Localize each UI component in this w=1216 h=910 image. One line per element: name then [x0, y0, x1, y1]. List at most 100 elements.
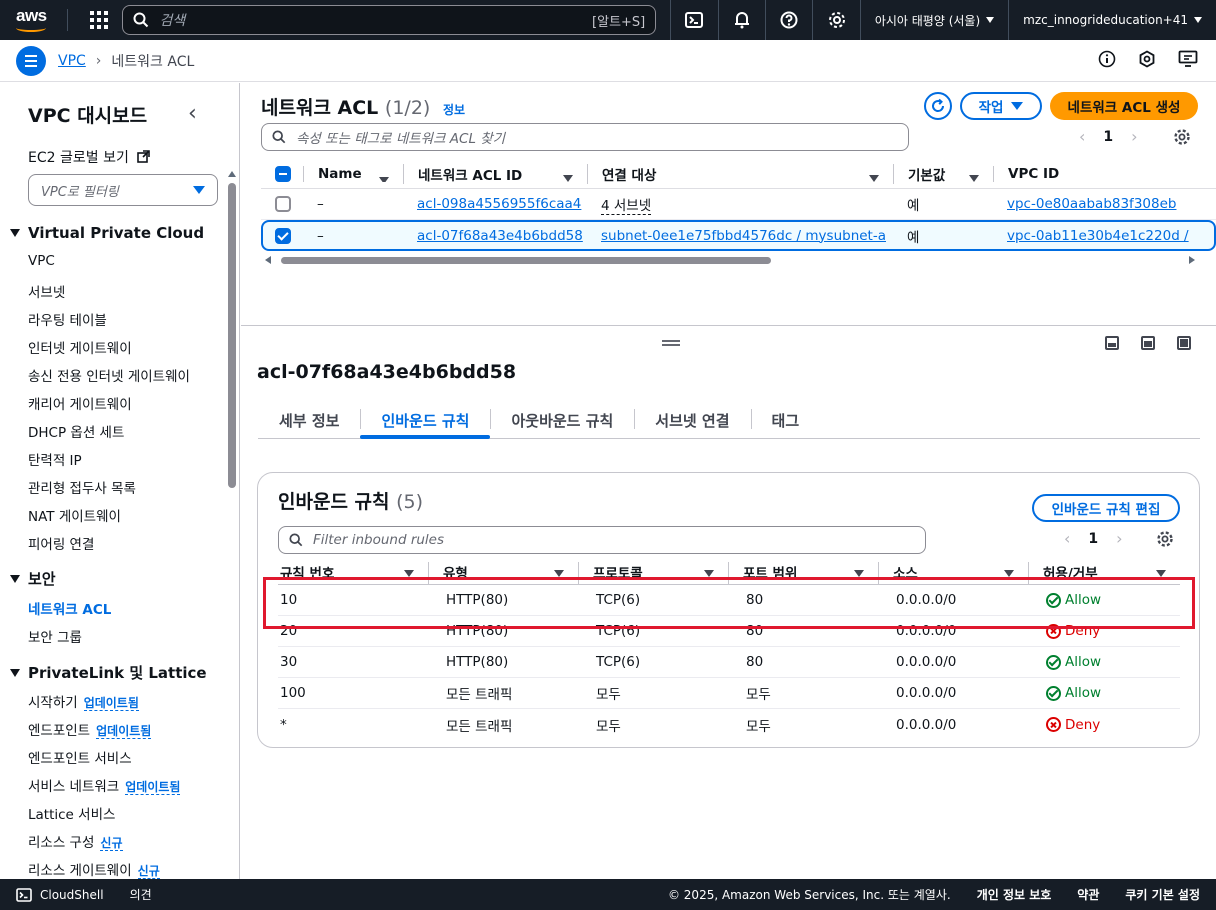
table-preferences-gear-icon[interactable]	[1173, 128, 1191, 146]
next-page-icon[interactable]: ›	[1116, 529, 1122, 548]
refresh-icon	[932, 98, 945, 112]
column-acl-id[interactable]: 네트워크 ACL ID	[403, 163, 587, 184]
column-name[interactable]: Name	[303, 165, 403, 182]
current-page[interactable]: 1	[1088, 531, 1098, 547]
sidebar-item-internet-gateways[interactable]: 인터넷 게이트웨이	[28, 337, 132, 357]
sidebar-item-vpc[interactable]: VPC	[28, 253, 55, 269]
tab-inbound-rules[interactable]: 인바운드 규칙	[360, 404, 491, 439]
acl-search-input[interactable]: 속성 또는 태그로 네트워크 ACL 찾기	[261, 123, 909, 151]
inbound-rules-title: 인바운드 규칙 (5)	[278, 491, 424, 513]
sidebar-item-egress-only-igw[interactable]: 송신 전용 인터넷 게이트웨이	[28, 365, 190, 385]
sidebar-item-service-networks[interactable]: 서비스 네트워크 업데이트됨	[28, 775, 181, 795]
select-all-checkbox[interactable]	[275, 165, 291, 182]
sidebar-section-vpc[interactable]: Virtual Private Cloud	[10, 224, 204, 242]
updated-badge: 업데이트됨	[96, 724, 152, 739]
create-network-acl-button[interactable]: 네트워크 ACL 생성	[1050, 92, 1198, 120]
sidebar-item-carrier-gateways[interactable]: 캐리어 게이트웨이	[28, 393, 132, 413]
collapse-sidebar-icon[interactable]: ‹	[188, 101, 197, 126]
ec2-global-view-link[interactable]: EC2 글로벌 보기	[28, 147, 151, 167]
feedback-link[interactable]: 의견	[130, 886, 152, 903]
tab-outbound-rules[interactable]: 아웃바운드 규칙	[490, 404, 634, 436]
scroll-left-icon[interactable]	[265, 256, 271, 264]
sidebar-item-lattice-services[interactable]: Lattice 서비스	[28, 803, 115, 823]
table-row: * 모든 트래픽 모두 모두 0.0.0.0/0 Deny	[278, 709, 1180, 740]
tab-subnet-associations[interactable]: 서브넷 연결	[634, 404, 750, 436]
vpc-id-link[interactable]: vpc-0e80aabab83f308eb	[1007, 196, 1176, 212]
table-row-selected[interactable]: – acl-07f68a43e4b6bdd58 subnet-0ee1e75fb…	[261, 220, 1216, 251]
sidebar-item-peering[interactable]: 피어링 연결	[28, 533, 94, 553]
row-checkbox[interactable]	[275, 227, 291, 244]
search-icon	[289, 533, 303, 547]
sidebar-item-endpoint-services[interactable]: 엔드포인트 서비스	[28, 747, 132, 767]
sidebar-item-network-acl[interactable]: 네트워크 ACL	[28, 598, 111, 618]
row-checkbox[interactable]	[275, 196, 291, 212]
account-menu[interactable]: mzc_innogrideducation+41	[1008, 0, 1216, 40]
table-row: 30 HTTP(80) TCP(6) 80 0.0.0.0/0 Allow	[278, 647, 1180, 678]
prev-page-icon[interactable]: ‹	[1079, 127, 1085, 146]
vpc-filter-select[interactable]: VPC로 필터링	[28, 174, 218, 206]
sidebar-section-privatelink[interactable]: PrivateLink 및 Lattice	[10, 662, 207, 683]
tab-tags[interactable]: 태그	[750, 404, 821, 436]
subnet-link[interactable]: subnet-0ee1e75fbbd4576dc / mysubnet-a	[601, 228, 886, 244]
actions-dropdown-button[interactable]: 작업	[960, 92, 1042, 120]
notifications-bell-icon[interactable]	[717, 0, 765, 40]
sidebar-item-security-groups[interactable]: 보안 그룹	[28, 626, 82, 646]
screen-feedback-icon[interactable]	[1178, 50, 1198, 68]
acl-list-panel: 네트워크 ACL (1/2) 정보 작업 네트워크 ACL 생성 속성 또는 태…	[241, 83, 1216, 326]
horizontal-scrollbar[interactable]	[265, 255, 1195, 265]
column-vpc-id[interactable]: VPC ID	[993, 165, 1193, 182]
split-panel-bottom-icon[interactable]	[1105, 336, 1119, 350]
sidebar-item-nat-gateways[interactable]: NAT 게이트웨이	[28, 505, 121, 525]
edit-inbound-rules-button[interactable]: 인바운드 규칙 편집	[1032, 494, 1180, 522]
terms-link[interactable]: 약관	[1077, 886, 1099, 903]
prev-page-icon[interactable]: ‹	[1064, 529, 1070, 548]
sidebar-item-subnets[interactable]: 서브넷	[28, 281, 65, 301]
vpc-id-link[interactable]: vpc-0ab11e30b4e1c220d /	[1007, 228, 1189, 244]
scroll-right-icon[interactable]	[1189, 256, 1195, 264]
table-preferences-gear-icon[interactable]	[1156, 530, 1174, 548]
cloudshell-button[interactable]: CloudShell	[16, 888, 104, 902]
aws-logo[interactable]: aws	[12, 0, 57, 40]
refresh-button[interactable]	[924, 92, 952, 120]
split-panel-side-icon[interactable]	[1141, 336, 1155, 350]
info-link[interactable]: 정보	[443, 103, 465, 117]
info-icon[interactable]	[1098, 50, 1116, 68]
search-placeholder: 검색	[159, 13, 186, 29]
sidebar-item-resource-gateways[interactable]: 리소스 게이트웨이 신규	[28, 859, 160, 879]
inbound-rules-filter-input[interactable]: Filter inbound rules	[278, 526, 926, 554]
table-row[interactable]: – acl-098a4556955f6caa4 4 서브넷 예 vpc-0e80…	[261, 189, 1216, 220]
sidebar-item-elastic-ip[interactable]: 탄력적 IP	[28, 449, 82, 469]
split-panel-full-icon[interactable]	[1177, 336, 1191, 350]
privacy-link[interactable]: 개인 정보 보호	[977, 886, 1052, 903]
acl-id-link[interactable]: acl-098a4556955f6caa4	[417, 196, 581, 212]
column-associated-with[interactable]: 연결 대상	[587, 163, 893, 184]
breadcrumb-vpc-link[interactable]: VPC	[58, 53, 86, 69]
help-icon[interactable]	[764, 0, 812, 40]
global-search-input[interactable]: 검색 [알트+S]	[122, 5, 657, 35]
region-selector[interactable]: 아시아 태평양 (서울)	[859, 0, 1008, 40]
services-menu-icon[interactable]	[90, 11, 109, 29]
sort-icon	[554, 570, 564, 577]
cookie-preferences-link[interactable]: 쿠키 기본 설정	[1125, 886, 1200, 903]
sidebar-scrollbar[interactable]	[228, 171, 236, 879]
split-panel-drag-handle[interactable]	[662, 340, 680, 346]
sidebar-section-security[interactable]: 보안	[10, 568, 56, 589]
current-page[interactable]: 1	[1103, 129, 1113, 145]
hexagon-settings-icon[interactable]	[1138, 50, 1156, 68]
acl-table: Name 네트워크 ACL ID 연결 대상 기본값 VPC ID – acl-…	[261, 159, 1216, 251]
sidebar-item-route-tables[interactable]: 라우팅 테이블	[28, 309, 107, 329]
sidebar-item-getting-started[interactable]: 시작하기 업데이트됨	[28, 691, 139, 711]
acl-id-link[interactable]: acl-07f68a43e4b6bdd58	[417, 228, 583, 244]
side-nav-toggle-button[interactable]	[16, 45, 46, 76]
settings-gear-icon[interactable]	[812, 0, 859, 40]
next-page-icon[interactable]: ›	[1131, 127, 1137, 146]
sidebar-item-dhcp-options[interactable]: DHCP 옵션 세트	[28, 421, 124, 441]
tab-details[interactable]: 세부 정보	[258, 404, 360, 436]
sidebar-item-resource-configs[interactable]: 리소스 구성 신규	[28, 831, 123, 851]
associations-popover[interactable]: 4 서브넷	[601, 194, 652, 215]
sidebar-item-prefix-lists[interactable]: 관리형 접두사 목록	[28, 477, 136, 497]
cloudshell-icon[interactable]	[670, 0, 717, 40]
column-default[interactable]: 기본값	[893, 163, 993, 184]
sidebar-item-endpoints[interactable]: 엔드포인트 업데이트됨	[28, 719, 152, 739]
breadcrumb-current: 네트워크 ACL	[111, 53, 195, 70]
